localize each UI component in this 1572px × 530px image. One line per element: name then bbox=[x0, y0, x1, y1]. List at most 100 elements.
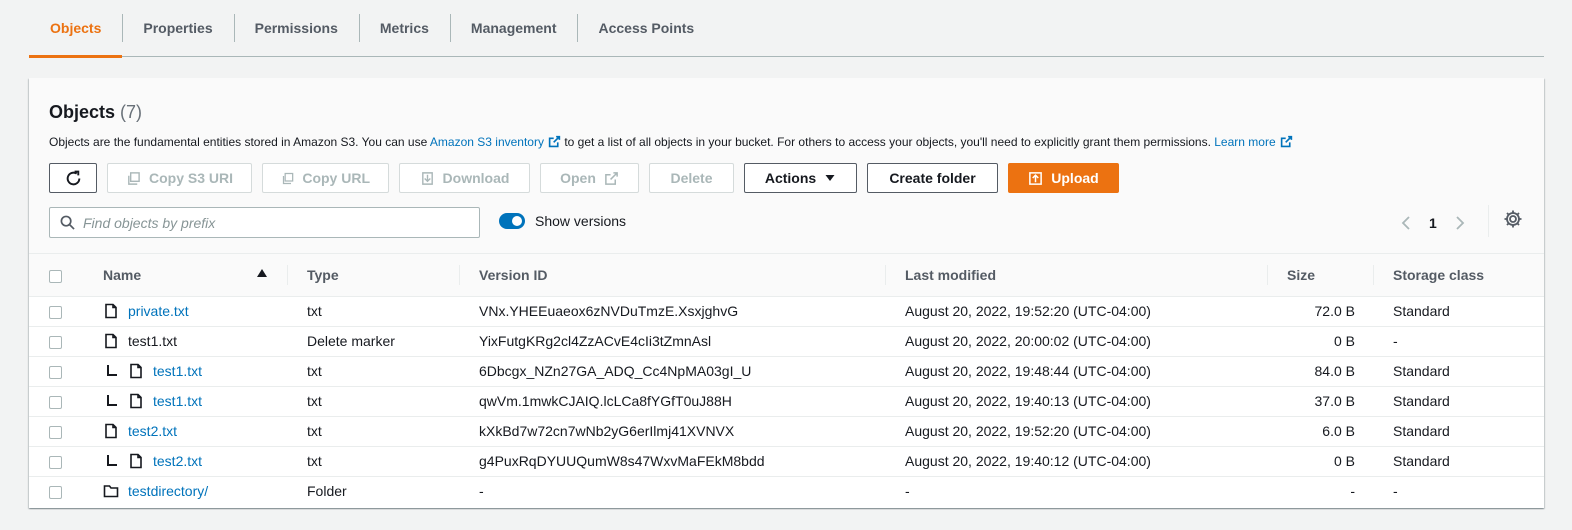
storage-class-cell: - bbox=[1393, 483, 1398, 500]
search-icon bbox=[60, 215, 75, 230]
name-cell: testdirectory/ bbox=[103, 476, 287, 506]
delete-label: Delete bbox=[670, 170, 713, 186]
row-select-cell bbox=[29, 296, 103, 327]
search-input[interactable] bbox=[83, 214, 463, 231]
tab-metrics[interactable]: Metrics bbox=[358, 0, 450, 57]
name-cell: test1.txt bbox=[103, 386, 287, 417]
tab-access-points[interactable]: Access Points bbox=[577, 0, 715, 57]
column-header-type[interactable]: Type bbox=[287, 254, 459, 297]
last-modified-cell: August 20, 2022, 19:52:20 (UTC-04:00) bbox=[885, 416, 1267, 447]
upload-label: Upload bbox=[1051, 170, 1099, 186]
object-name-link: test1.txt bbox=[128, 333, 178, 349]
column-header-version-id[interactable]: Version ID bbox=[459, 254, 885, 297]
version-id-cell: 6Dbcgx_NZn27GA_ADQ_Cc4NpMA03gI_U bbox=[459, 356, 885, 387]
file-icon bbox=[105, 333, 117, 349]
version-id-cell: YixFutgKRg2cl4ZzACvE4cIi3tZmnAsl bbox=[459, 326, 885, 357]
table-header-row: Name Type Version ID Last modified Size … bbox=[29, 254, 1544, 297]
type-cell: Folder bbox=[307, 483, 347, 500]
copy-url-button[interactable]: Copy URL bbox=[262, 163, 389, 193]
create-folder-label: Create folder bbox=[889, 170, 976, 186]
row-select-cell bbox=[29, 416, 103, 447]
column-header-size[interactable]: Size bbox=[1267, 254, 1373, 297]
show-versions-label: Show versions bbox=[535, 213, 627, 229]
sort-ascending-icon bbox=[257, 269, 267, 277]
object-name-link[interactable]: test2.txt bbox=[128, 423, 177, 439]
last-modified-cell: - bbox=[905, 483, 910, 500]
chevron-right-icon[interactable] bbox=[1451, 215, 1467, 231]
tab-permissions[interactable]: Permissions bbox=[233, 0, 359, 57]
storage-class-cell: Standard bbox=[1373, 296, 1544, 327]
row-select-cell bbox=[29, 386, 103, 417]
tab-management[interactable]: Management bbox=[449, 0, 578, 57]
row-select-cell bbox=[29, 446, 103, 477]
page-title: Objects (7) bbox=[49, 102, 142, 123]
type-cell: txt bbox=[287, 446, 459, 477]
upload-button[interactable]: Upload bbox=[1008, 163, 1119, 193]
copy-s3-uri-label: Copy S3 URI bbox=[148, 170, 233, 186]
objects-panel: Objects (7) Objects are the fundamental … bbox=[29, 78, 1544, 508]
open-label: Open bbox=[560, 170, 596, 186]
row-select-cell bbox=[29, 326, 103, 357]
row-checkbox[interactable] bbox=[49, 305, 62, 319]
object-name-link[interactable]: test1.txt bbox=[153, 393, 202, 409]
upload-icon bbox=[1029, 171, 1043, 185]
download-button[interactable]: Download bbox=[399, 163, 530, 193]
storage-class-cell: Standard bbox=[1373, 356, 1544, 387]
s3-inventory-link[interactable]: Amazon S3 inventory bbox=[430, 135, 561, 149]
table-row[interactable]: test1.txt txt qwVm.1mwkCJAIQ.lcLCa8fYGfT0u… bbox=[29, 386, 1544, 417]
object-name-link[interactable]: testdirectory/ bbox=[128, 483, 208, 499]
version-indent-icon bbox=[103, 364, 119, 378]
object-name-link[interactable]: test2.txt bbox=[153, 453, 202, 469]
row-checkbox[interactable] bbox=[49, 455, 62, 469]
gear-icon[interactable] bbox=[1503, 209, 1523, 229]
pagination: 1 bbox=[1399, 208, 1467, 238]
last-modified-cell: August 20, 2022, 19:40:13 (UTC-04:00) bbox=[885, 386, 1267, 417]
name-cell: test2.txt bbox=[103, 416, 287, 447]
search-box bbox=[49, 207, 480, 238]
select-all-checkbox[interactable] bbox=[49, 269, 62, 283]
copy-url-label: Copy URL bbox=[302, 170, 370, 186]
table-row[interactable]: test1.txt txt 6Dbcgx_NZn27GA_ADQ_Cc4NpMA03… bbox=[29, 356, 1544, 387]
create-folder-button[interactable]: Create folder bbox=[867, 163, 998, 193]
column-header-name[interactable]: Name bbox=[103, 254, 287, 297]
actions-dropdown[interactable]: Actions bbox=[744, 163, 857, 193]
toolbar: Copy S3 URI Copy URL Download Open Delet… bbox=[49, 163, 1119, 193]
column-header-last-modified-label: Last modified bbox=[905, 266, 997, 283]
table-row[interactable]: test1.txt Delete marker YixFutgKRg2cl4ZzAC… bbox=[29, 326, 1544, 357]
object-name-link[interactable]: test1.txt bbox=[153, 363, 202, 379]
learn-more-link-label: Learn more bbox=[1214, 135, 1276, 149]
row-checkbox[interactable] bbox=[49, 335, 62, 349]
table-row[interactable]: test2.txt txt g4PuxRqDYUUQumW8s47WxvMaFEkM… bbox=[29, 446, 1544, 477]
title-text: Objects bbox=[49, 102, 116, 122]
tab-properties[interactable]: Properties bbox=[122, 0, 233, 57]
size-cell: 72.0 B bbox=[1267, 296, 1373, 327]
external-link-icon bbox=[548, 135, 561, 148]
last-modified-cell: August 20, 2022, 20:00:02 (UTC-04:00) bbox=[885, 326, 1267, 357]
size-cell: 6.0 B bbox=[1267, 416, 1373, 447]
file-icon bbox=[130, 393, 142, 409]
learn-more-link[interactable]: Learn more bbox=[1214, 135, 1292, 149]
tab-objects[interactable]: Objects bbox=[29, 0, 123, 58]
delete-button[interactable]: Delete bbox=[649, 163, 734, 193]
row-checkbox[interactable] bbox=[49, 365, 62, 379]
storage-class-cell: Standard bbox=[1373, 386, 1544, 417]
storage-class-cell: Standard bbox=[1373, 416, 1544, 447]
show-versions-toggle[interactable] bbox=[499, 213, 525, 229]
table-row[interactable]: testdirectory/Folder - - - - bbox=[29, 476, 1544, 506]
table-row[interactable]: test2.txt txt kXkBd7w72cn7wNb2yG6erIlmj41X… bbox=[29, 416, 1544, 447]
page-number[interactable]: 1 bbox=[1429, 215, 1437, 231]
refresh-button[interactable] bbox=[49, 163, 97, 193]
row-checkbox[interactable] bbox=[49, 395, 62, 409]
table-row[interactable]: private.txt txt VNx.YHEEuaeox6zNVDuTmzE.Xs… bbox=[29, 296, 1544, 327]
copy-s3-uri-button[interactable]: Copy S3 URI bbox=[107, 163, 252, 193]
column-header-last-modified[interactable]: Last modified bbox=[885, 254, 1267, 297]
row-checkbox[interactable] bbox=[49, 486, 62, 500]
row-checkbox[interactable] bbox=[49, 425, 62, 439]
chevron-left-icon[interactable] bbox=[1399, 215, 1415, 231]
object-name-link[interactable]: private.txt bbox=[128, 303, 189, 319]
type-cell: txt bbox=[287, 356, 459, 387]
open-button[interactable]: Open bbox=[540, 163, 639, 193]
type-cell: txt bbox=[287, 416, 459, 447]
column-header-storage-class[interactable]: Storage class bbox=[1373, 254, 1544, 297]
tab-bar: Objects Properties Permissions Metrics M… bbox=[29, 0, 1544, 58]
